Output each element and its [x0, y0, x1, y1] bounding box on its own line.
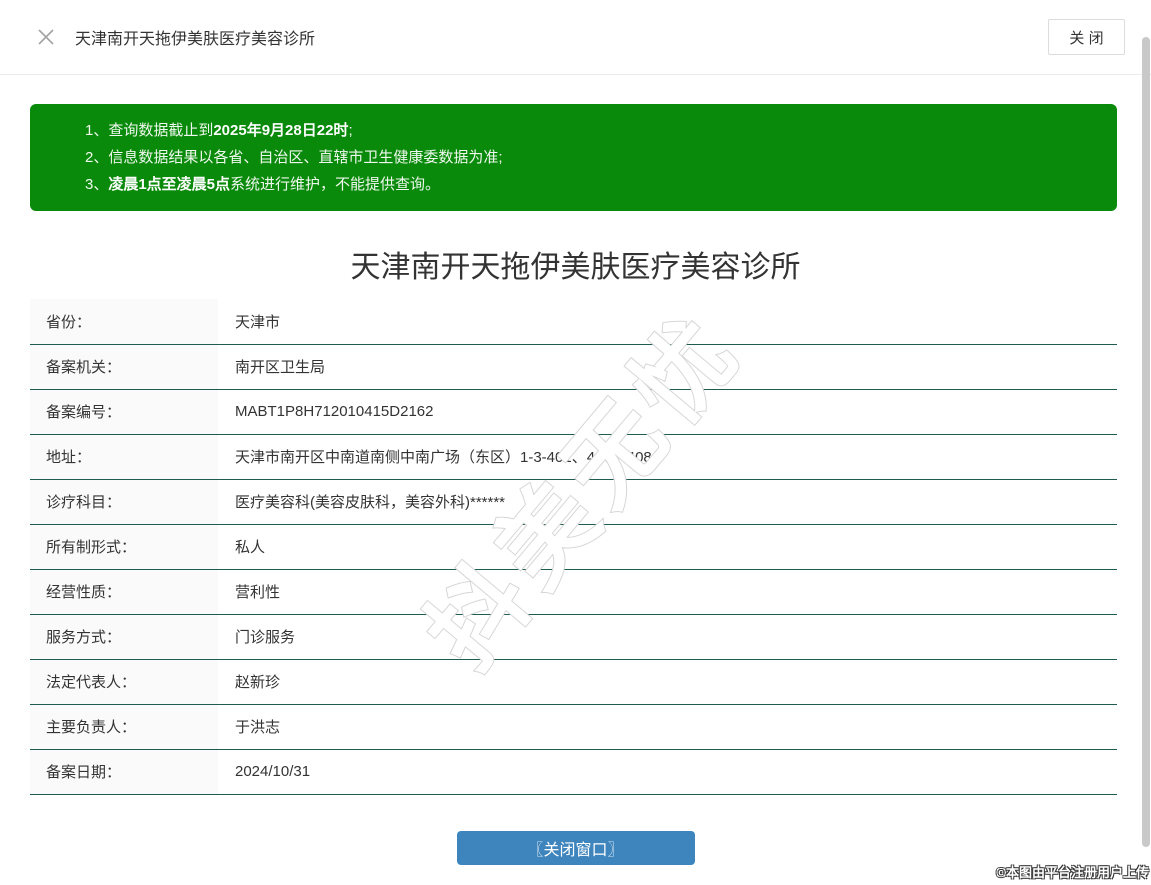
detail-table: 省份： 天津市 备案机关： 南开区卫生局 备案编号： MABT1P8H71201… — [30, 299, 1117, 795]
row-value: 天津市 — [218, 299, 1117, 345]
row-value: 南开区卫生局 — [218, 344, 1117, 390]
row-label: 经营性质： — [30, 569, 218, 615]
notice-line: 3、凌晨1点至凌晨5点系统进行维护，不能提供查询。 — [85, 176, 441, 193]
row-value: 营利性 — [218, 569, 1117, 615]
row-value: 医疗美容科(美容皮肤科，美容外科)****** — [218, 479, 1117, 525]
row-label: 服务方式： — [30, 614, 218, 660]
table-row: 主要负责人： 于洪志 — [30, 704, 1117, 750]
titlebar: 天津南开天拖伊美肤医疗美容诊所 关 闭 — [0, 0, 1151, 75]
row-value: 门诊服务 — [218, 614, 1117, 660]
window-title: 天津南开天拖伊美肤医疗美容诊所 — [75, 31, 316, 48]
row-label: 省份： — [30, 299, 218, 345]
row-label: 备案日期： — [30, 749, 218, 795]
close-window-button[interactable]: 〖关闭窗口〗 — [456, 830, 695, 865]
row-value: 赵新珍 — [218, 659, 1117, 705]
row-value: 2024/10/31 — [218, 749, 1117, 795]
row-label: 备案机关： — [30, 344, 218, 390]
notice-line: 1、查询数据截止到2025年9月28日22时; — [85, 122, 353, 139]
row-label: 地址： — [30, 434, 218, 480]
table-row: 诊疗科目： 医疗美容科(美容皮肤科，美容外科)****** — [30, 479, 1117, 525]
row-label: 诊疗科目： — [30, 479, 218, 525]
table-row: 法定代表人： 赵新珍 — [30, 659, 1117, 705]
notice-line: 2、信息数据结果以各省、自治区、直辖市卫生健康委数据为准; — [85, 149, 503, 166]
table-row: 备案机关： 南开区卫生局 — [30, 344, 1117, 390]
table-row: 备案日期： 2024/10/31 — [30, 749, 1117, 795]
row-value: 私人 — [218, 524, 1117, 570]
row-label: 主要负责人： — [30, 704, 218, 750]
close-button[interactable]: 关 闭 — [1048, 19, 1125, 55]
row-value: 于洪志 — [218, 704, 1117, 750]
table-row: 地址： 天津市南开区中南道南侧中南广场（东区）1-3-401、407、408 — [30, 434, 1117, 480]
close-icon[interactable] — [37, 28, 55, 46]
table-row: 服务方式： 门诊服务 — [30, 614, 1117, 660]
table-row: 省份： 天津市 — [30, 299, 1117, 345]
table-row: 经营性质： 营利性 — [30, 569, 1117, 615]
row-value: 天津市南开区中南道南侧中南广场（东区）1-3-401、407、408 — [218, 434, 1117, 480]
row-label: 备案编号： — [30, 389, 218, 435]
row-label: 所有制形式： — [30, 524, 218, 570]
table-row: 所有制形式： 私人 — [30, 524, 1117, 570]
table-row: 备案编号： MABT1P8H712010415D2162 — [30, 389, 1117, 435]
page-title: 天津南开天拖伊美肤医疗美容诊所 — [350, 251, 801, 284]
row-value: MABT1P8H712010415D2162 — [218, 389, 1117, 435]
notice-box: 1、查询数据截止到2025年9月28日22时; 2、信息数据结果以各省、自治区、… — [30, 104, 1117, 211]
row-label: 法定代表人： — [30, 659, 218, 705]
copyright-stamp: ©本图由平台注册用户上传 — [996, 865, 1149, 880]
scrollbar[interactable] — [1142, 37, 1150, 847]
